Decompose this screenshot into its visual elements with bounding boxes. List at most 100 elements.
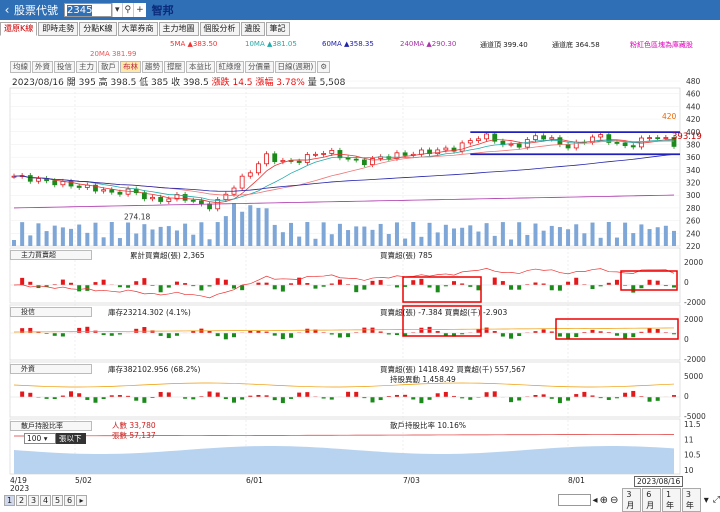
- period-1[interactable]: 6月: [642, 488, 661, 512]
- panel3-bar-56: [468, 397, 472, 400]
- volume-bar-31: [265, 208, 269, 246]
- page-4[interactable]: 4: [40, 495, 51, 506]
- price-tick-7: 340: [686, 166, 701, 175]
- panel4-title[interactable]: 散戶持股比率: [10, 421, 92, 431]
- panel1-bar-81: [672, 285, 676, 288]
- volume-bar-77: [639, 224, 643, 246]
- period-3[interactable]: 3年: [682, 488, 701, 512]
- price-tick-12: 240: [686, 229, 701, 238]
- scroll-input[interactable]: [558, 494, 591, 506]
- panel1-bar-11: [102, 280, 106, 285]
- panel2-bar-71: [591, 330, 595, 333]
- panel2-bar-5: [53, 333, 57, 336]
- candle-24: [208, 204, 212, 209]
- panel3-bar-35: [297, 393, 301, 397]
- stock-chart[interactable]: 4804604404204003803603403203002802602402…: [0, 0, 720, 490]
- panel1-bar-45: [379, 280, 383, 285]
- candle-58: [485, 134, 489, 139]
- volume-bar-11: [102, 237, 106, 246]
- panel2-bar-29: [248, 331, 252, 333]
- panel3-bar-34: [289, 397, 293, 399]
- period-dropdown-icon[interactable]: ▾: [704, 495, 709, 506]
- volume-bar-67: [558, 227, 562, 246]
- panel3-bar-27: [232, 397, 236, 403]
- volume-bar-4: [45, 231, 49, 246]
- panel3-bar-73: [607, 397, 611, 400]
- volume-bar-2: [28, 235, 32, 246]
- panel2-bar-64: [533, 331, 537, 333]
- page-5[interactable]: 5: [52, 495, 63, 506]
- candle-18: [159, 197, 163, 201]
- panel3-bar-78: [648, 397, 652, 402]
- candle-37: [313, 154, 317, 155]
- volume-bar-7: [69, 229, 73, 246]
- panel1-bar-36: [305, 283, 309, 285]
- candle-66: [550, 138, 554, 139]
- volume-bar-59: [493, 236, 497, 246]
- sub-tick-0-0: 2000: [684, 258, 703, 267]
- panel3-bar-22: [191, 397, 195, 399]
- panel3-bar-62: [517, 397, 521, 400]
- candle-6: [61, 181, 65, 184]
- panel3-inventory-line: [14, 383, 674, 387]
- candle-38: [322, 153, 326, 154]
- period-0[interactable]: 3月: [622, 488, 641, 512]
- price-tick-10: 280: [686, 204, 701, 213]
- zoom-out-icon[interactable]: ⊖: [610, 495, 618, 506]
- panel3-bar-8: [77, 393, 81, 397]
- panel2-bar-78: [648, 328, 652, 333]
- volume-bar-45: [379, 224, 383, 246]
- page-2[interactable]: 2: [16, 495, 27, 506]
- page-6[interactable]: 6: [64, 495, 75, 506]
- volume-bar-29: [248, 205, 252, 246]
- panel3-bar-44: [371, 397, 375, 402]
- share-threshold-select[interactable]: 100 ▾: [24, 433, 56, 444]
- page-1[interactable]: 1: [4, 495, 15, 506]
- panel1-bar-14: [126, 285, 130, 288]
- panel3-bar-9: [85, 397, 89, 400]
- ma5-line: [14, 139, 674, 202]
- panel3-bar-19: [167, 392, 171, 397]
- period-2[interactable]: 1年: [662, 488, 681, 512]
- panel3-bar-7: [69, 391, 73, 397]
- price-tick-8: 320: [686, 179, 701, 188]
- volume-bar-62: [517, 222, 521, 246]
- panel3-bar-11: [102, 397, 106, 399]
- x-label-3: 6/01: [246, 476, 263, 485]
- panel3-bar-67: [558, 397, 562, 403]
- sub-tick-2-1: 0: [684, 392, 689, 401]
- panel3-bar-4: [45, 397, 49, 399]
- panel2-title[interactable]: 投信: [10, 307, 92, 317]
- volume-bar-39: [330, 234, 334, 246]
- panel2-bar-9: [85, 327, 89, 333]
- panel1-bar-74: [615, 280, 619, 285]
- panel2-bar-79: [656, 329, 660, 333]
- candle-64: [533, 136, 537, 140]
- panel1-bar-60: [501, 281, 505, 285]
- volume-bar-27: [232, 203, 236, 246]
- page-3[interactable]: 3: [28, 495, 39, 506]
- zoom-in-icon[interactable]: ⊕: [600, 495, 608, 506]
- volume-bar-47: [395, 222, 399, 246]
- panel3-bar-5: [53, 397, 57, 399]
- panel1-bar-64: [533, 282, 537, 285]
- candle-22: [191, 200, 195, 201]
- candle-5: [53, 181, 57, 185]
- expand-icon[interactable]: ⤢: [713, 495, 720, 505]
- panel1-legend2: 買賣超(張) 785: [380, 250, 433, 261]
- volume-bar-63: [525, 235, 529, 246]
- panel1-title[interactable]: 主力買賣超: [10, 250, 92, 260]
- volume-bar-48: [403, 239, 407, 246]
- volume-bar-64: [533, 224, 537, 246]
- panel1-bar-7: [69, 283, 73, 285]
- panel3-bar-70: [582, 392, 586, 397]
- candle-33: [281, 160, 285, 161]
- panel3-bar-51: [428, 397, 432, 400]
- candle-55: [460, 143, 464, 151]
- page-next-icon[interactable]: ▸: [76, 495, 87, 506]
- scroll-left-icon[interactable]: ◂: [593, 495, 598, 506]
- panel3-title[interactable]: 外資: [10, 364, 92, 374]
- candle-69: [574, 142, 578, 148]
- candle-62: [517, 144, 521, 147]
- volume-bar-80: [664, 226, 668, 246]
